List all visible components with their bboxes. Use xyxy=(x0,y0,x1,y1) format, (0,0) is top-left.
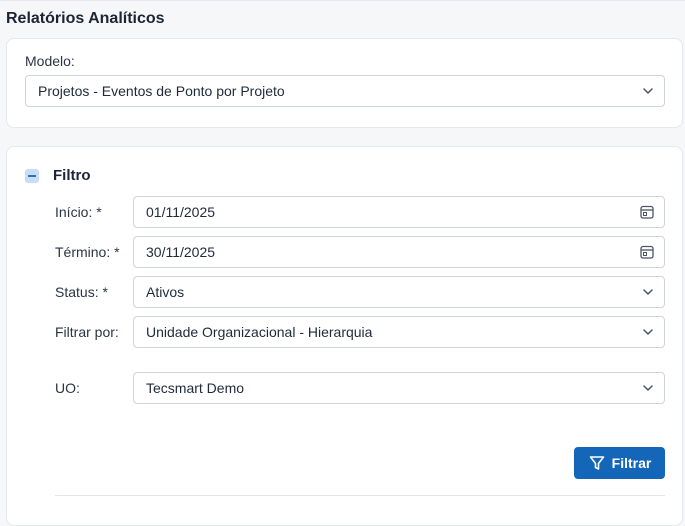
status-value: Ativos xyxy=(146,284,185,300)
uo-value: Tecsmart Demo xyxy=(146,380,245,396)
filter-button[interactable]: Filtrar xyxy=(574,447,665,479)
end-date-label: Término: * xyxy=(55,244,120,260)
status-select[interactable]: Ativos xyxy=(133,276,665,308)
end-date-value: 30/11/2025 xyxy=(146,244,216,260)
end-date-input[interactable]: 30/11/2025 xyxy=(133,236,665,268)
chevron-down-icon xyxy=(643,385,653,391)
collapse-minus-icon[interactable] xyxy=(25,169,39,183)
filter-title: Filtro xyxy=(53,167,91,184)
start-date-value: 01/11/2025 xyxy=(146,204,216,220)
filter-card: Filtro Início: * 01/11/2025 Término: * 3… xyxy=(6,146,683,526)
top-divider xyxy=(0,0,685,1)
chevron-down-icon xyxy=(643,329,653,335)
status-label: Status: * xyxy=(55,284,108,300)
model-label: Modelo: xyxy=(25,53,75,69)
filter-by-label: Filtrar por: xyxy=(55,324,119,340)
calendar-icon[interactable] xyxy=(639,204,655,220)
chevron-down-icon xyxy=(643,88,653,94)
model-card: Modelo: Projetos - Eventos de Ponto por … xyxy=(6,38,683,128)
calendar-icon[interactable] xyxy=(639,244,655,260)
uo-select[interactable]: Tecsmart Demo xyxy=(133,372,665,404)
filter-by-value: Unidade Organizacional - Hierarquia xyxy=(146,324,373,340)
filter-icon xyxy=(589,456,604,470)
uo-label: UO: xyxy=(55,380,80,396)
model-select[interactable]: Projetos - Eventos de Ponto por Projeto xyxy=(25,75,665,107)
model-select-value: Projetos - Eventos de Ponto por Projeto xyxy=(38,83,285,99)
page-title: Relatórios Analíticos xyxy=(6,10,165,27)
filter-by-select[interactable]: Unidade Organizacional - Hierarquia xyxy=(133,316,665,348)
start-date-input[interactable]: 01/11/2025 xyxy=(133,196,665,228)
start-date-label: Início: * xyxy=(55,204,102,220)
chevron-down-icon xyxy=(643,289,653,295)
filter-button-label: Filtrar xyxy=(611,455,652,471)
section-divider xyxy=(55,495,665,496)
